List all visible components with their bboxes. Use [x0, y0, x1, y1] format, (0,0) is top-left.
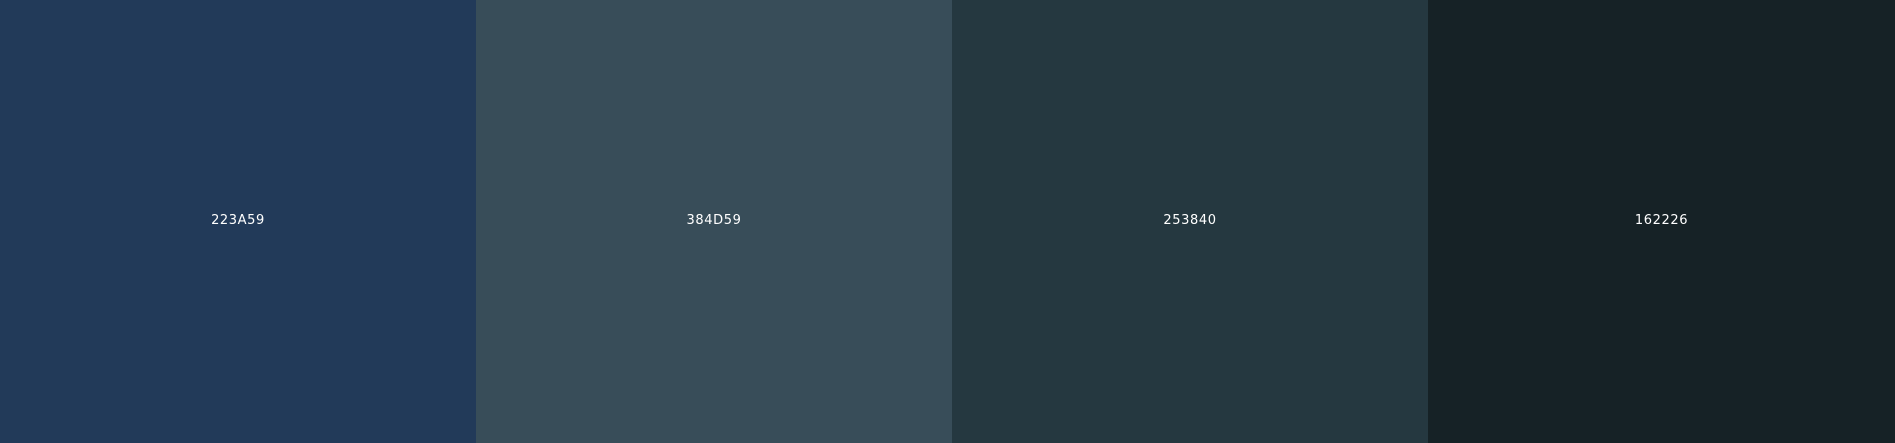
- color-swatch-4[interactable]: 162226: [1428, 0, 1895, 443]
- color-palette: 223A59 384D59 253840 162226: [0, 0, 1895, 443]
- swatch-hex-label: 223A59: [211, 213, 265, 228]
- color-swatch-1[interactable]: 223A59: [0, 0, 476, 443]
- swatch-hex-label: 253840: [1163, 213, 1217, 228]
- swatch-hex-label: 384D59: [686, 213, 742, 228]
- color-swatch-3[interactable]: 253840: [952, 0, 1428, 443]
- swatch-hex-label: 162226: [1634, 213, 1689, 228]
- color-swatch-2[interactable]: 384D59: [476, 0, 952, 443]
